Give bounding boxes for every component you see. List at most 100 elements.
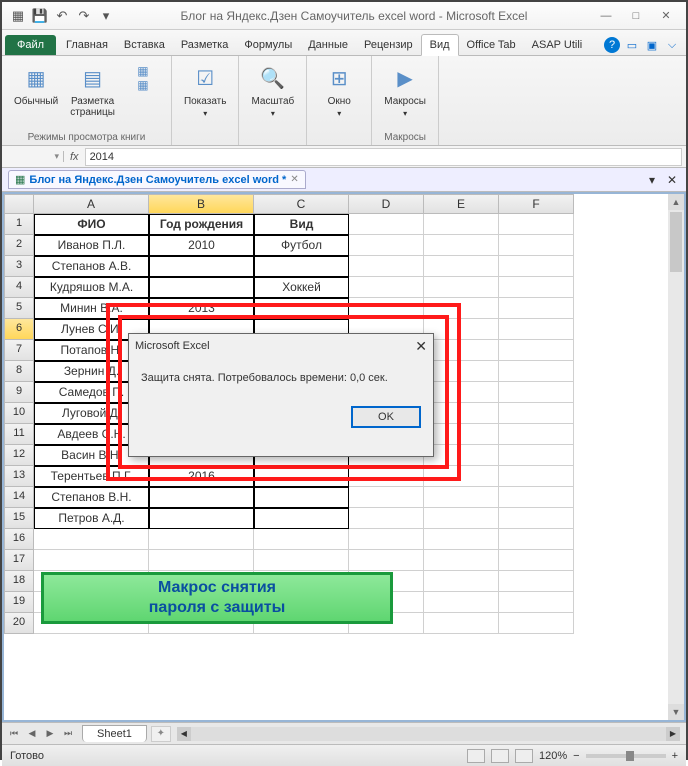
col-header-c[interactable]: C bbox=[254, 194, 349, 214]
cell[interactable] bbox=[149, 529, 254, 550]
cell[interactable] bbox=[499, 487, 574, 508]
row-header[interactable]: 3 bbox=[4, 256, 34, 277]
cell[interactable] bbox=[149, 487, 254, 508]
macros-button[interactable]: ▶Макросы▾ bbox=[382, 60, 428, 120]
ok-button[interactable]: OK bbox=[351, 406, 421, 428]
cell[interactable]: 2010 bbox=[149, 235, 254, 256]
tab-home[interactable]: Главная bbox=[58, 35, 116, 55]
cell[interactable] bbox=[254, 550, 349, 571]
cell[interactable] bbox=[499, 445, 574, 466]
page-layout-button[interactable]: ▤Разметка страницы bbox=[68, 60, 117, 120]
close-tab-icon[interactable]: ✕ bbox=[290, 174, 298, 185]
maximize-button[interactable]: □ bbox=[622, 7, 650, 25]
cell[interactable]: ФИО bbox=[34, 214, 149, 235]
cell[interactable]: Степанов В.Н. bbox=[34, 487, 149, 508]
tab-dropdown-icon[interactable]: ▾ bbox=[644, 172, 660, 188]
cell[interactable] bbox=[424, 466, 499, 487]
view-page-icon[interactable] bbox=[491, 749, 509, 763]
scroll-down-icon[interactable]: ▼ bbox=[668, 704, 684, 720]
msgbox-titlebar[interactable]: Microsoft Excel ✕ bbox=[129, 334, 433, 358]
cell[interactable] bbox=[424, 319, 499, 340]
cell[interactable] bbox=[424, 571, 499, 592]
col-header-e[interactable]: E bbox=[424, 194, 499, 214]
save-icon[interactable]: 💾 bbox=[30, 6, 50, 26]
scroll-track[interactable] bbox=[668, 274, 684, 704]
hscroll-right-icon[interactable]: ▶ bbox=[666, 727, 680, 741]
sheet-next-icon[interactable]: ▶ bbox=[42, 726, 58, 742]
cell[interactable] bbox=[424, 214, 499, 235]
qat-more-icon[interactable]: ▾ bbox=[96, 6, 116, 26]
cell[interactable] bbox=[349, 487, 424, 508]
cell[interactable]: Хоккей bbox=[254, 277, 349, 298]
row-header[interactable]: 14 bbox=[4, 487, 34, 508]
cell[interactable] bbox=[424, 256, 499, 277]
row-header[interactable]: 4 bbox=[4, 277, 34, 298]
cell[interactable] bbox=[149, 277, 254, 298]
row-header[interactable]: 13 bbox=[4, 466, 34, 487]
zoom-slider[interactable] bbox=[586, 754, 666, 758]
normal-view-button[interactable]: ▦Обычный bbox=[12, 60, 60, 109]
cell[interactable] bbox=[149, 550, 254, 571]
row-header[interactable]: 5 bbox=[4, 298, 34, 319]
sheet-prev-icon[interactable]: ◀ bbox=[24, 726, 40, 742]
tab-layout[interactable]: Разметка bbox=[173, 35, 237, 55]
file-tab[interactable]: Файл bbox=[5, 35, 56, 55]
cell[interactable]: 2013 bbox=[149, 298, 254, 319]
cell[interactable] bbox=[149, 508, 254, 529]
cell[interactable] bbox=[424, 424, 499, 445]
row-header[interactable]: 18 bbox=[4, 571, 34, 592]
cell[interactable] bbox=[499, 529, 574, 550]
cell[interactable]: Футбол bbox=[254, 235, 349, 256]
cell[interactable] bbox=[424, 508, 499, 529]
cell[interactable]: Терентьев П.Г. bbox=[34, 466, 149, 487]
col-header-d[interactable]: D bbox=[349, 194, 424, 214]
cell[interactable] bbox=[349, 508, 424, 529]
cell[interactable]: Степанов А.В. bbox=[34, 256, 149, 277]
cell[interactable] bbox=[499, 403, 574, 424]
sheet-tab-1[interactable]: Sheet1 bbox=[82, 725, 147, 742]
cell[interactable] bbox=[499, 592, 574, 613]
cell[interactable] bbox=[149, 256, 254, 277]
col-header-b[interactable]: B bbox=[149, 194, 254, 214]
cell[interactable] bbox=[349, 529, 424, 550]
cell[interactable] bbox=[254, 508, 349, 529]
cell[interactable]: Кудряшов М.А. bbox=[34, 277, 149, 298]
row-header[interactable]: 2 bbox=[4, 235, 34, 256]
row-header[interactable]: 20 bbox=[4, 613, 34, 634]
cell[interactable] bbox=[424, 235, 499, 256]
cell[interactable] bbox=[424, 613, 499, 634]
cell[interactable] bbox=[349, 235, 424, 256]
cell[interactable] bbox=[349, 550, 424, 571]
cell[interactable] bbox=[499, 214, 574, 235]
row-header[interactable]: 16 bbox=[4, 529, 34, 550]
cell[interactable] bbox=[499, 466, 574, 487]
cell[interactable] bbox=[254, 466, 349, 487]
cell[interactable] bbox=[424, 403, 499, 424]
add-sheet-button[interactable]: ✦ bbox=[151, 726, 171, 742]
cell[interactable] bbox=[254, 529, 349, 550]
cell[interactable] bbox=[424, 487, 499, 508]
tab-insert[interactable]: Вставка bbox=[116, 35, 173, 55]
vertical-scrollbar[interactable]: ▲ ▼ bbox=[668, 194, 684, 720]
tab-view[interactable]: Вид bbox=[421, 34, 459, 56]
window-button[interactable]: ⊞Окно▾ bbox=[317, 60, 361, 120]
msgbox-close-icon[interactable]: ✕ bbox=[415, 338, 427, 355]
view-break-icon[interactable] bbox=[515, 749, 533, 763]
cell[interactable] bbox=[499, 550, 574, 571]
col-header-f[interactable]: F bbox=[499, 194, 574, 214]
cell[interactable] bbox=[499, 340, 574, 361]
minimize-button[interactable]: — bbox=[592, 7, 620, 25]
cell[interactable] bbox=[349, 256, 424, 277]
cell[interactable] bbox=[254, 256, 349, 277]
cell[interactable]: Год рождения bbox=[149, 214, 254, 235]
tab-close-all-icon[interactable]: ✕ bbox=[664, 172, 680, 188]
formula-input[interactable]: 2014 bbox=[85, 148, 682, 166]
cell[interactable]: Петров А.Д. bbox=[34, 508, 149, 529]
zoom-button[interactable]: 🔍Масштаб▾ bbox=[249, 60, 296, 120]
cell[interactable] bbox=[499, 508, 574, 529]
cell[interactable] bbox=[499, 235, 574, 256]
cell[interactable] bbox=[499, 424, 574, 445]
cell[interactable] bbox=[254, 298, 349, 319]
tab-asap[interactable]: ASAP Utili bbox=[524, 35, 591, 55]
help-icon[interactable]: ? bbox=[604, 37, 620, 53]
